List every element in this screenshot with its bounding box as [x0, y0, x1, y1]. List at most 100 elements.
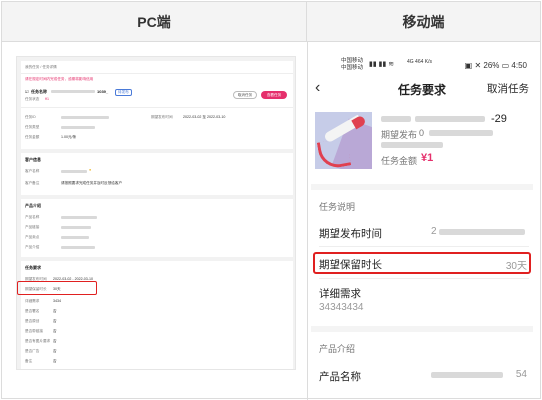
- expected-publish-label: 期望发布: [381, 130, 418, 140]
- pc-blurred-value: [61, 126, 95, 129]
- pc-blurred-title: [51, 90, 95, 93]
- pc-customer-value: 请按照要求完成任务并及时反馈给客户: [61, 181, 123, 185]
- status-bar: 中国移动 中国移动 ▮▮ ▮▮ ≋ 4G 464 K/s ▣ ✕ 26% ▭ 4…: [311, 56, 533, 76]
- pc-blurred-value: [61, 246, 95, 249]
- pc-req-label: 是否广告: [25, 349, 40, 353]
- pc-screenshot: 我的任务 / 任务详情 请在规定时间内完成任务，逾期将影响信用 ☑ 任务名称 1…: [16, 56, 296, 370]
- pc-req-label: 是否带链接: [25, 329, 43, 333]
- pc-highlight-box: [17, 281, 97, 295]
- rocket-trail-icon: [316, 137, 352, 169]
- pc-notice: 请在规定时间内完成任务，逾期将影响信用: [25, 77, 94, 81]
- signal-icon: ▮▮ ▮▮ ≋: [369, 61, 395, 68]
- blurred-date: [439, 229, 525, 235]
- product-name-value: 54: [515, 369, 527, 380]
- row-divider: [319, 246, 529, 247]
- pc-cancel-button[interactable]: 取消任务: [233, 91, 257, 99]
- product-title: 产品介绍: [319, 344, 356, 354]
- publish-time-label: 期望发布时间: [319, 228, 382, 240]
- pc-info-label: 任务类型: [25, 125, 40, 129]
- column-divider: [307, 42, 308, 400]
- pc-product-label: 产品名称: [25, 215, 40, 219]
- pc-view-button[interactable]: 查看任务: [261, 91, 287, 99]
- pc-breadcrumb[interactable]: 我的任务 / 任务详情: [25, 65, 57, 70]
- pc-checkbox-icon[interactable]: ☑: [25, 89, 29, 94]
- pc-req-label: 详细需求: [25, 299, 40, 303]
- highlight-box: [313, 252, 531, 274]
- pc-customer-label: 客户备注: [25, 181, 40, 185]
- pc-customer-title: 客户信息: [25, 157, 41, 162]
- pc-product-card: 产品介绍 产品名称 产品链接 产品卖点 产品介绍: [21, 199, 293, 257]
- carrier-1: 中国移动: [341, 58, 364, 64]
- task-title-end: -29: [491, 113, 507, 125]
- status-right: ▣ ✕ 26% ▭ 4:50: [465, 61, 527, 70]
- blurred-title: [415, 116, 485, 122]
- pc-info-label: 任务金额: [25, 135, 40, 139]
- pc-req-value: 否: [53, 329, 57, 333]
- section-gap: [311, 184, 533, 190]
- amount-value: ¥1: [421, 152, 434, 164]
- detail-value: 34343434: [319, 302, 364, 313]
- carrier-2: 中国移动: [341, 65, 364, 71]
- pc-req-value: 否: [53, 349, 57, 353]
- pc-info-label: 期望发布时间: [151, 115, 173, 119]
- pc-req-value: 否: [53, 359, 57, 363]
- battery-icon: ▭: [501, 61, 512, 70]
- cancel-task-button[interactable]: 取消任务: [487, 81, 529, 96]
- blurred-title: [381, 116, 411, 122]
- section-gap: [311, 326, 533, 332]
- pc-requirement-card: 任务要求 期望发布时间 2022-03-02 - 2022-03-10 期望保留…: [21, 261, 293, 369]
- pc-divider: [21, 73, 293, 74]
- product-name-label: 产品名称: [319, 371, 361, 383]
- pc-column-header: PC端: [2, 2, 307, 42]
- pc-info-label: 任务ID: [25, 115, 36, 119]
- pc-blurred-value: [61, 216, 97, 219]
- task-card[interactable]: -29 期望发布 0 任务金额 ¥1: [311, 108, 533, 180]
- pc-task-prefix: 任务名称: [31, 89, 47, 94]
- task-thumbnail: [315, 112, 372, 169]
- pc-req-value: 否: [53, 309, 57, 313]
- pc-blurred-value: [61, 226, 91, 229]
- mobile-screenshot: 中国移动 中国移动 ▮▮ ▮▮ ≋ 4G 464 K/s ▣ ✕ 26% ▭ 4…: [311, 56, 533, 398]
- pc-customer-card: 客户信息 客户名称 ● 客户备注 请按照要求完成任务并及时反馈给客户: [21, 153, 293, 195]
- pc-req-title: 任务要求: [25, 265, 41, 270]
- clock: 4:50: [511, 61, 527, 70]
- pc-product-label: 产品链接: [25, 225, 40, 229]
- pc-info-value: 1.00元/条: [61, 135, 77, 139]
- pc-info-value: 2022-03-02 至 2022-03-10: [183, 115, 226, 119]
- blurred-value: [431, 372, 503, 378]
- pc-divider: [21, 107, 293, 108]
- pc-task-suffix: 1039_: [97, 89, 109, 94]
- pc-req-value: 否: [53, 319, 57, 323]
- pc-emoji-icon: ●: [89, 168, 92, 172]
- pc-product-label: 产品介绍: [25, 245, 40, 249]
- expected-publish-value: 0: [419, 128, 425, 138]
- nav-bar: ‹ 任务要求 取消任务: [311, 78, 533, 102]
- pc-price: ¥1: [45, 97, 49, 101]
- pc-blurred-value: [61, 236, 89, 239]
- blurred-line: [381, 142, 443, 148]
- pc-product-title: 产品介绍: [25, 203, 41, 208]
- pc-req-label: 备注: [25, 359, 33, 363]
- pc-req-label: 是否原创: [25, 319, 40, 323]
- carrier-labels: 中国移动 中国移动: [341, 58, 363, 72]
- task-desc-title: 任务说明: [319, 202, 356, 212]
- pc-req-value: 3434: [53, 299, 61, 303]
- detail-label: 详细需求: [319, 288, 361, 300]
- battery-percent: 26%: [483, 61, 500, 70]
- network-speed: 4G 464 K/s: [407, 59, 433, 65]
- nfc-icon: ▣ ✕: [464, 61, 484, 70]
- publish-time-value: 2: [431, 226, 437, 237]
- pc-blurred-value: [61, 170, 87, 173]
- pc-req-label: 是否有图片要求: [25, 339, 51, 343]
- row-divider: [319, 278, 529, 279]
- mobile-column-header: 移动端: [307, 2, 540, 42]
- pc-task-header-card: 我的任务 / 任务详情 请在规定时间内完成任务，逾期将影响信用 ☑ 任务名称 1…: [21, 61, 293, 149]
- pc-status-label: 任务状态: [25, 97, 40, 101]
- blurred-date: [429, 130, 493, 136]
- pc-req-label: 是否署名: [25, 309, 40, 313]
- pc-customer-label: 客户名称: [25, 169, 40, 173]
- pc-blurred-value: [61, 116, 109, 119]
- pc-req-value: 否: [53, 339, 57, 343]
- pc-product-label: 产品卖点: [25, 235, 40, 239]
- amount-label: 任务金额: [381, 156, 418, 166]
